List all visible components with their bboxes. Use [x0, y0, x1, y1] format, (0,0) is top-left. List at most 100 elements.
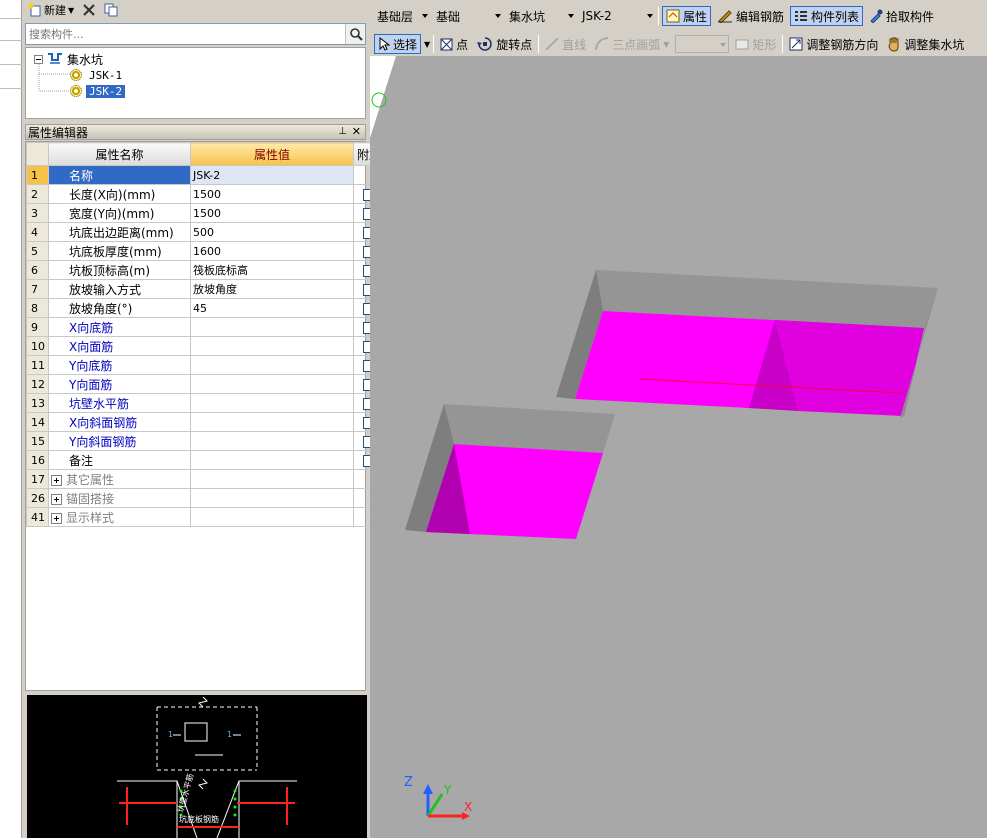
- select-tool-button[interactable]: 选择: [374, 34, 422, 54]
- new-component-label: 新建: [44, 4, 66, 17]
- property-value-cell[interactable]: 筏板底标高: [190, 260, 354, 280]
- property-value-cell[interactable]: [190, 374, 354, 394]
- line-icon: [545, 37, 559, 51]
- component-selector[interactable]: JSK-2: [579, 7, 655, 25]
- property-value-cell[interactable]: 45: [190, 298, 354, 318]
- edit-rebar-button[interactable]: 编辑钢筋: [714, 6, 787, 26]
- line-tool-button[interactable]: 直线: [542, 34, 589, 54]
- expand-plus-icon[interactable]: [51, 493, 62, 505]
- component-search-input[interactable]: [26, 25, 341, 43]
- adjust-rebar-direction-button[interactable]: 调整钢筋方向: [786, 34, 881, 54]
- property-value-cell[interactable]: [190, 450, 354, 470]
- close-icon[interactable]: ✕: [352, 125, 361, 138]
- floor-selector[interactable]: 基础层: [374, 7, 430, 25]
- property-row[interactable]: 8 放坡角度(°) 45: [26, 298, 385, 318]
- expand-plus-icon[interactable]: [51, 512, 62, 524]
- property-name-cell[interactable]: 锚固搭接: [48, 488, 191, 508]
- rotate-point-tool-button[interactable]: 旋转点: [474, 34, 535, 54]
- 3d-viewport[interactable]: Z Y X: [370, 56, 987, 838]
- arc-option-selector[interactable]: [675, 35, 730, 53]
- property-row[interactable]: 5 坑底板厚度(mm) 1600: [26, 241, 385, 261]
- arc-dropdown-arrow-icon[interactable]: ▼: [663, 40, 669, 49]
- property-value-cell[interactable]: JSK-2: [190, 165, 354, 185]
- property-value-cell[interactable]: [190, 431, 354, 451]
- type-selector[interactable]: 集水坑: [506, 7, 576, 25]
- property-value-cell[interactable]: 500: [190, 222, 354, 242]
- search-button[interactable]: [345, 24, 365, 44]
- property-row[interactable]: 7 放坡输入方式 放坡角度: [26, 279, 385, 299]
- property-row[interactable]: 17 其它属性: [26, 469, 385, 489]
- pick-component-button[interactable]: 拾取构件: [866, 6, 937, 26]
- property-value-cell[interactable]: 1500: [190, 184, 354, 204]
- rotate-icon: [477, 37, 492, 51]
- property-name-label: 放坡输入方式: [69, 282, 142, 297]
- pit-jsk-1[interactable]: [405, 404, 615, 539]
- property-row[interactable]: 12 Y向面筋: [26, 374, 385, 394]
- property-name-label: X向底筋: [69, 320, 114, 335]
- property-name-cell: 坑底板厚度(mm): [48, 241, 191, 261]
- property-table-header: 属性名称 属性值 附加: [26, 142, 385, 166]
- property-name-cell: 放坡输入方式: [48, 279, 191, 299]
- property-value-cell[interactable]: 放坡角度: [190, 279, 354, 299]
- property-value-cell[interactable]: [190, 507, 354, 527]
- delete-x-icon: [82, 3, 96, 17]
- rectangle-tool-button[interactable]: 矩形: [732, 34, 779, 54]
- property-name-cell: 坑壁水平筋: [48, 393, 191, 413]
- property-row[interactable]: 10 X向面筋: [26, 336, 385, 356]
- property-name-cell[interactable]: 显示样式: [48, 507, 191, 527]
- property-name-label: X向斜面钢筋: [69, 415, 138, 430]
- property-row[interactable]: 3 宽度(Y向)(mm) 1500: [26, 203, 385, 223]
- property-value-cell[interactable]: [190, 317, 354, 337]
- pin-icon[interactable]: ⊥: [338, 126, 347, 137]
- property-value-cell[interactable]: [190, 355, 354, 375]
- property-row[interactable]: 9 X向底筋: [26, 317, 385, 337]
- pit-jsk-2[interactable]: [556, 270, 938, 418]
- delete-component-button[interactable]: [80, 1, 98, 19]
- property-value-cell[interactable]: 1500: [190, 203, 354, 223]
- tree-root-node[interactable]: 集水坑: [34, 51, 103, 67]
- new-dropdown-arrow-icon[interactable]: ▼: [68, 6, 74, 15]
- property-row[interactable]: 14 X向斜面钢筋: [26, 412, 385, 432]
- property-value-cell[interactable]: [190, 412, 354, 432]
- property-row[interactable]: 41 显示样式: [26, 507, 385, 527]
- property-value-cell[interactable]: [190, 488, 354, 508]
- property-name-label: 放坡角度(°): [69, 301, 133, 316]
- property-name-cell: 长度(X向)(mm): [48, 184, 191, 204]
- property-value-cell[interactable]: [190, 469, 354, 489]
- tree-collapse-icon[interactable]: [34, 54, 43, 64]
- property-value-cell[interactable]: 1600: [190, 241, 354, 261]
- search-icon: [350, 28, 363, 41]
- adjust-pit-button[interactable]: 调整集水坑: [884, 34, 967, 54]
- property-row[interactable]: 4 坑底出边距离(mm) 500: [26, 222, 385, 242]
- property-name-cell[interactable]: 其它属性: [48, 469, 191, 489]
- axis-gizmo: Z Y X: [404, 775, 472, 820]
- property-row[interactable]: 1 名称 JSK-2: [26, 165, 385, 185]
- property-value-cell[interactable]: [190, 393, 354, 413]
- property-value-cell[interactable]: [190, 336, 354, 356]
- expand-plus-icon[interactable]: [51, 474, 62, 486]
- copy-component-button[interactable]: [102, 1, 120, 19]
- tree-item-jsk-2[interactable]: JSK-2: [70, 83, 126, 99]
- row-number: 16: [26, 450, 49, 470]
- property-row[interactable]: 2 长度(X向)(mm) 1500: [26, 184, 385, 204]
- property-row[interactable]: 26 锚固搭接: [26, 488, 385, 508]
- property-row[interactable]: 11 Y向底筋: [26, 355, 385, 375]
- component-search-box: [25, 23, 366, 45]
- new-component-button[interactable]: 新建 ▼: [26, 1, 76, 19]
- type-selector-value: 集水坑: [509, 9, 546, 24]
- property-row[interactable]: 6 坑板顶标高(m) 筏板底标高: [26, 260, 385, 280]
- category-selector[interactable]: 基础: [433, 7, 503, 25]
- point-tool-button[interactable]: 点: [437, 34, 471, 54]
- property-row[interactable]: 13 坑壁水平筋: [26, 393, 385, 413]
- tree-item-jsk-1[interactable]: JSK-1: [70, 67, 125, 83]
- property-row[interactable]: 15 Y向斜面钢筋: [26, 431, 385, 451]
- pit-slope-face: [775, 320, 924, 416]
- component-toolbar: 新建 ▼: [26, 0, 120, 20]
- properties-button[interactable]: 属性: [662, 6, 712, 26]
- select-dropdown-arrow-icon[interactable]: ▼: [424, 40, 430, 49]
- property-name-cell: 名称: [48, 165, 191, 185]
- component-list-button[interactable]: 构件列表: [790, 6, 864, 26]
- toolbar-separator: [658, 7, 659, 25]
- property-row[interactable]: 16 备注: [26, 450, 385, 470]
- arc-tool-button[interactable]: 三点画弧 ▼: [592, 34, 672, 54]
